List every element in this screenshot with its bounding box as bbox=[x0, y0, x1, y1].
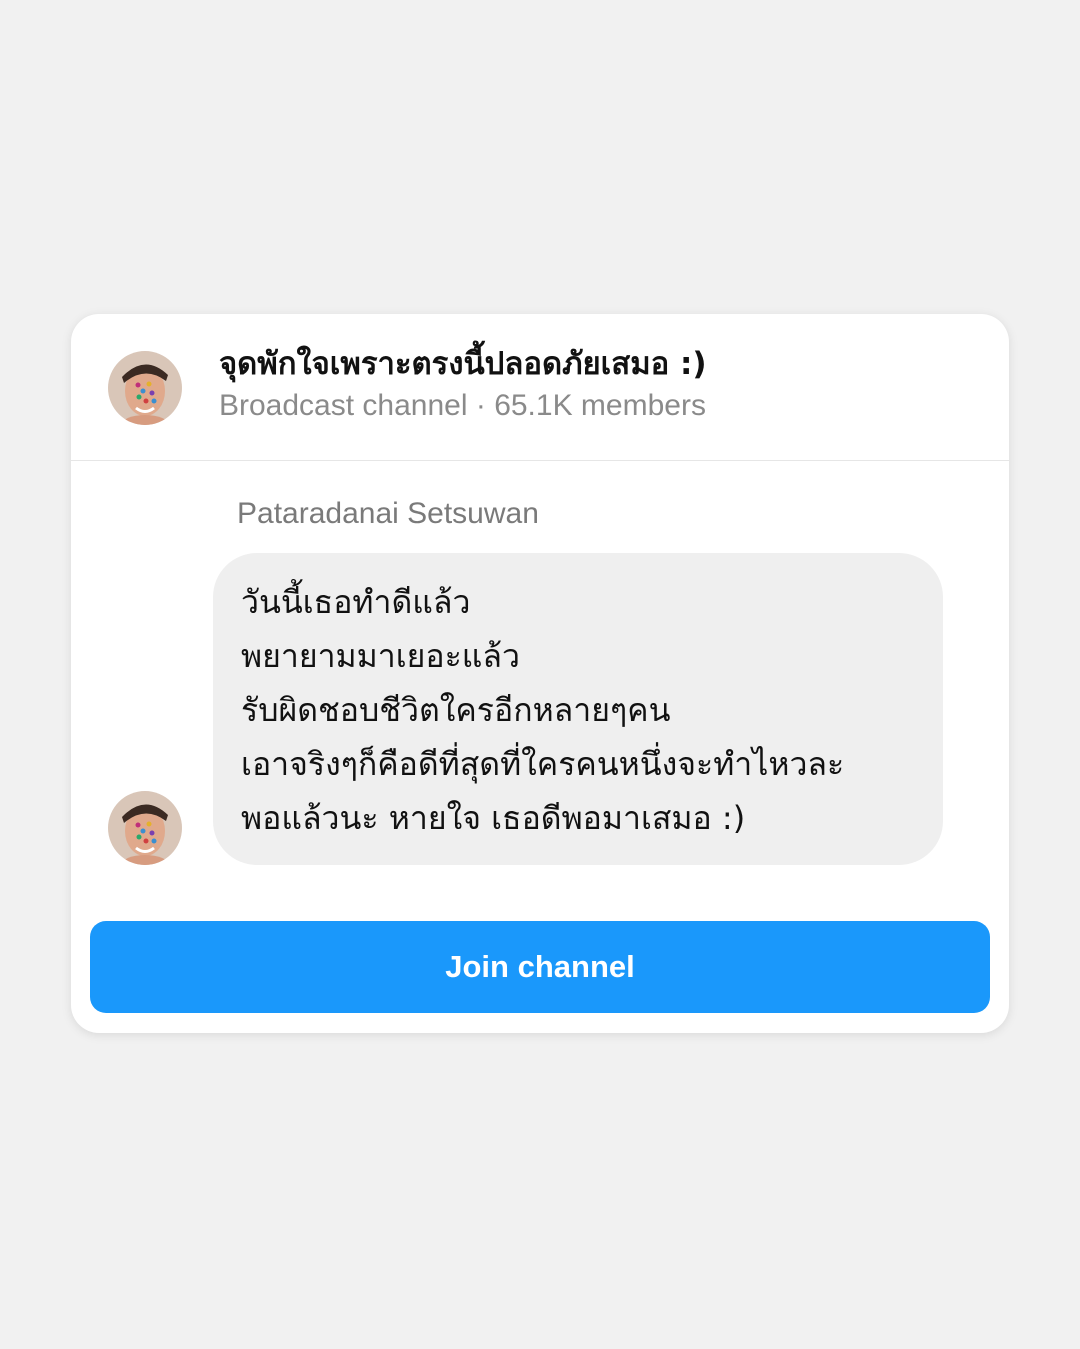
sender-name: Pataradanai Setsuwan bbox=[237, 497, 539, 530]
message-line: พอแล้วนะ หายใจ เธอดีพอมาเสมอ :) bbox=[241, 799, 746, 837]
channel-header[interactable]: จุดพักใจเพราะตรงนี้ปลอดภัยเสมอ :) Broadc… bbox=[71, 314, 1009, 461]
broadcast-channel-card: จุดพักใจเพราะตรงนี้ปลอดภัยเสมอ :) Broadc… bbox=[71, 314, 1009, 1033]
message-line: เอาจริงๆก็คือดีที่สุดที่ใครคนหนึ่งจะทำไห… bbox=[241, 745, 845, 783]
subtitle-separator: · bbox=[475, 389, 486, 422]
avatar-image bbox=[108, 351, 182, 425]
sender-avatar[interactable] bbox=[108, 791, 182, 865]
message-line: วันนี้เธอทำดีแล้ว bbox=[241, 583, 471, 621]
channel-subtitle: Broadcast channel · 65.1K members bbox=[219, 386, 706, 426]
message-line: พยายามมาเยอะแล้ว bbox=[241, 637, 520, 675]
message-line: รับผิดชอบชีวิตใครอีกหลายๆคน bbox=[241, 691, 671, 729]
channel-title: จุดพักใจเพราะตรงนี้ปลอดภัยเสมอ :) bbox=[219, 346, 707, 382]
message-bubble[interactable]: วันนี้เธอทำดีแล้ว พยายามมาเยอะแล้ว รับผิ… bbox=[213, 553, 943, 865]
channel-avatar[interactable] bbox=[108, 351, 182, 425]
join-channel-button[interactable]: Join channel bbox=[90, 921, 990, 1013]
member-count: 65.1K members bbox=[494, 389, 706, 422]
channel-type: Broadcast channel bbox=[219, 389, 468, 422]
avatar-image bbox=[108, 791, 182, 865]
